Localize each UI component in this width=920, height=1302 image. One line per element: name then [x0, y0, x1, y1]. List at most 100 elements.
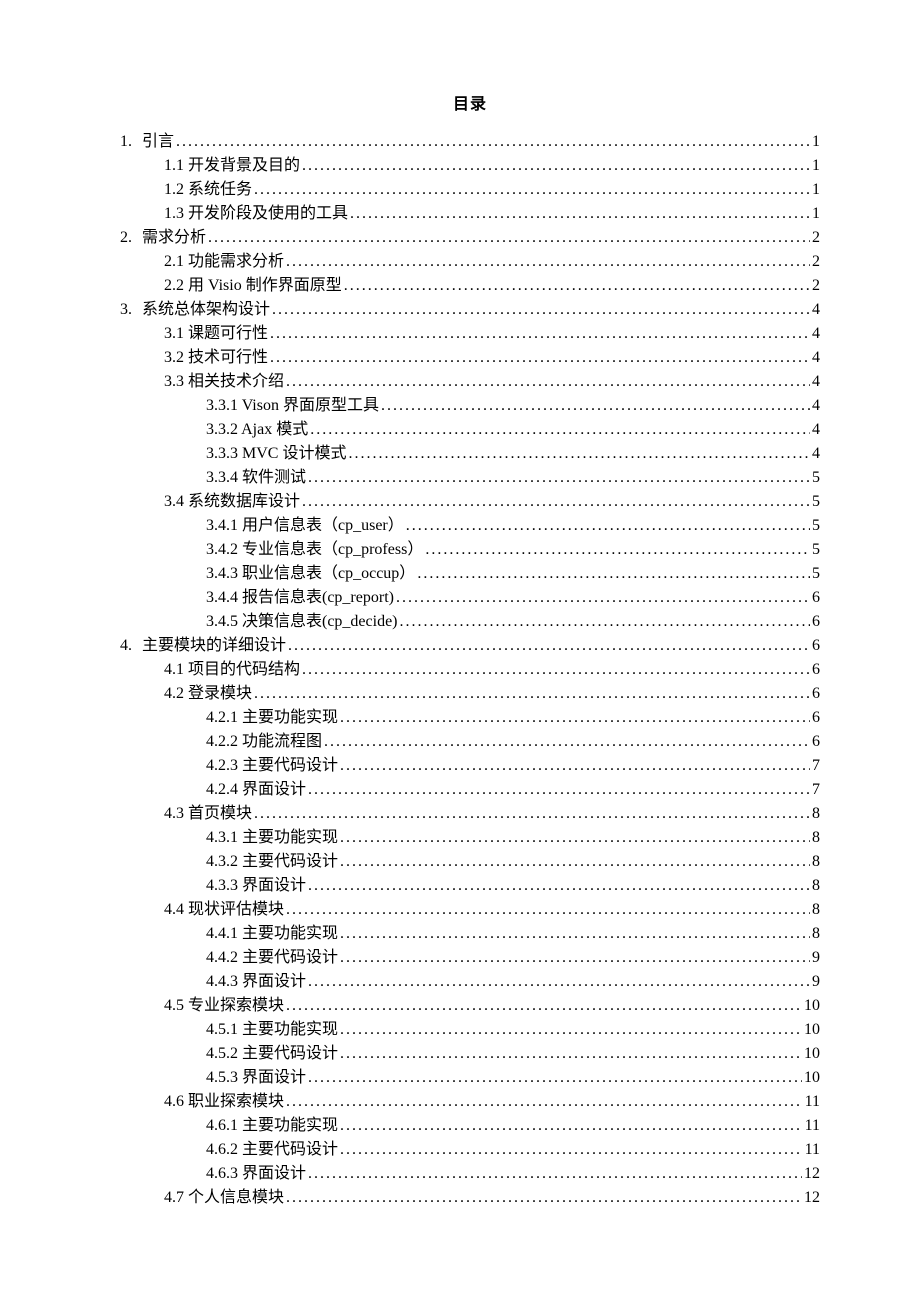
- toc-entry: 3.3.4 软件测试5: [120, 466, 820, 490]
- toc-entry-label: 4.4.1 主要功能实现: [206, 922, 338, 946]
- toc-entry: 1.3 开发阶段及使用的工具1: [120, 202, 820, 226]
- toc-dot-leader: [306, 1066, 802, 1090]
- toc-entry-label: 4.3.3 界面设计: [206, 874, 306, 898]
- toc-entry: 2.2 用 Visio 制作界面原型2: [120, 274, 820, 298]
- toc-entry-label: 系统总体架构设计: [142, 298, 270, 322]
- toc-entry-page: 5: [810, 538, 820, 562]
- toc-dot-leader: [346, 442, 810, 466]
- toc-dot-leader: [174, 130, 810, 154]
- toc-entry: 3.系统总体架构设计4: [120, 298, 820, 322]
- toc-dot-leader: [306, 874, 810, 898]
- toc-entry: 4.6.1 主要功能实现 11: [120, 1114, 820, 1138]
- toc-dot-leader: [268, 346, 810, 370]
- toc-entry: 3.3 相关技术介绍4: [120, 370, 820, 394]
- toc-entry: 1.引言1: [120, 130, 820, 154]
- toc-entry-page: 10: [802, 1042, 820, 1066]
- toc-entry: 4.5.2 主要代码设计10: [120, 1042, 820, 1066]
- toc-dot-leader: [206, 226, 810, 250]
- toc-entry-label: 4.6 职业探索模块: [164, 1090, 284, 1114]
- toc-entry-label: 引言: [142, 130, 174, 154]
- toc-entry: 4.2 登录模块 6: [120, 682, 820, 706]
- toc-dot-leader: [338, 1114, 803, 1138]
- toc-dot-leader: [348, 202, 810, 226]
- toc-entry-label: 3.4 系统数据库设计: [164, 490, 300, 514]
- toc-entry: 3.4.3 职业信息表（cp_occup）5: [120, 562, 820, 586]
- toc-entry-label: 4.3.1 主要功能实现: [206, 826, 338, 850]
- toc-entry: 3.3.1 Vison 界面原型工具4: [120, 394, 820, 418]
- toc-entry: 3.4.5 决策信息表(cp_decide) 6: [120, 610, 820, 634]
- toc-entry-marker: 2.: [120, 226, 142, 250]
- toc-entry-label: 3.4.5 决策信息表(cp_decide): [206, 610, 398, 634]
- toc-entry-page: 6: [810, 682, 820, 706]
- toc-entry-label: 3.4.1 用户信息表（cp_user）: [206, 514, 404, 538]
- toc-entry-page: 4: [810, 370, 820, 394]
- toc-entry: 4.主要模块的详细设计6: [120, 634, 820, 658]
- toc-dot-leader: [338, 706, 810, 730]
- toc-entry-page: 1: [810, 154, 820, 178]
- toc-entry-label: 4.5.3 界面设计: [206, 1066, 306, 1090]
- toc-dot-leader: [338, 1138, 803, 1162]
- toc-entry-label: 3.3.3 MVC 设计模式: [206, 442, 346, 466]
- toc-dot-leader: [394, 586, 810, 610]
- toc-entry-label: 3.3.4 软件测试: [206, 466, 306, 490]
- toc-entry-label: 4.2.1 主要功能实现: [206, 706, 338, 730]
- toc-entry-label: 主要模块的详细设计: [142, 634, 286, 658]
- toc-entry-label: 3.3.1 Vison 界面原型工具: [206, 394, 379, 418]
- toc-entry-label: 3.4.2 专业信息表（cp_profess）: [206, 538, 423, 562]
- toc-entry-label: 4.3 首页模块: [164, 802, 252, 826]
- toc-dot-leader: [284, 250, 810, 274]
- toc-dot-leader: [284, 994, 802, 1018]
- toc-entry: 1.1 开发背景及目的1: [120, 154, 820, 178]
- toc-entry: 4.6.3 界面设计12: [120, 1162, 820, 1186]
- toc-dot-leader: [284, 370, 810, 394]
- toc-entry: 2.需求分析2: [120, 226, 820, 250]
- toc-dot-leader: [268, 322, 810, 346]
- toc-entry: 4.5.3 界面设计10: [120, 1066, 820, 1090]
- toc-entry: 4.4 现状评估模块8: [120, 898, 820, 922]
- toc-entry-page: 11: [803, 1114, 820, 1138]
- toc-dot-leader: [306, 1162, 802, 1186]
- toc-dot-leader: [306, 970, 810, 994]
- toc-entry-label: 4.7 个人信息模块: [164, 1186, 284, 1210]
- toc-entry-page: 8: [810, 922, 820, 946]
- toc-list: 1.引言11.1 开发背景及目的11.2 系统任务11.3 开发阶段及使用的工具…: [120, 130, 820, 1210]
- toc-entry-page: 4: [810, 442, 820, 466]
- toc-entry: 3.1 课题可行性4: [120, 322, 820, 346]
- toc-entry-page: 7: [810, 778, 820, 802]
- toc-entry: 4.5.1 主要功能实现10: [120, 1018, 820, 1042]
- toc-entry-label: 4.5 专业探索模块: [164, 994, 284, 1018]
- toc-dot-leader: [252, 178, 810, 202]
- toc-entry-page: 11: [803, 1138, 820, 1162]
- toc-entry-page: 2: [810, 250, 820, 274]
- toc-entry-page: 10: [802, 994, 820, 1018]
- toc-entry: 3.4.1 用户信息表（cp_user）5: [120, 514, 820, 538]
- toc-entry-label: 4.1 项目的代码结构: [164, 658, 300, 682]
- toc-entry-page: 11: [803, 1090, 820, 1114]
- toc-entry-page: 4: [810, 322, 820, 346]
- toc-entry-label: 4.6.1 主要功能实现: [206, 1114, 338, 1138]
- toc-entry-page: 6: [810, 706, 820, 730]
- toc-entry-label: 2.1 功能需求分析: [164, 250, 284, 274]
- toc-dot-leader: [270, 298, 810, 322]
- toc-entry: 3.3.3 MVC 设计模式 4: [120, 442, 820, 466]
- toc-dot-leader: [338, 946, 810, 970]
- toc-entry: 4.3.3 界面设计 8: [120, 874, 820, 898]
- toc-entry-page: 8: [810, 850, 820, 874]
- toc-entry: 3.4.4 报告信息表(cp_report)6: [120, 586, 820, 610]
- toc-entry-page: 1: [810, 178, 820, 202]
- toc-dot-leader: [338, 754, 810, 778]
- toc-dot-leader: [252, 802, 810, 826]
- toc-entry-label: 2.2 用 Visio 制作界面原型: [164, 274, 342, 298]
- toc-entry-page: 8: [810, 874, 820, 898]
- toc-entry-label: 4.6.2 主要代码设计: [206, 1138, 338, 1162]
- toc-entry: 4.4.3 界面设计9: [120, 970, 820, 994]
- toc-entry-page: 10: [802, 1018, 820, 1042]
- toc-entry-page: 8: [810, 898, 820, 922]
- toc-dot-leader: [404, 514, 810, 538]
- toc-entry: 4.2.1 主要功能实现 6: [120, 706, 820, 730]
- toc-entry-label: 1.3 开发阶段及使用的工具: [164, 202, 348, 226]
- toc-entry-label: 4.2 登录模块: [164, 682, 252, 706]
- toc-entry-page: 6: [810, 610, 820, 634]
- toc-dot-leader: [338, 922, 810, 946]
- toc-entry-page: 6: [810, 730, 820, 754]
